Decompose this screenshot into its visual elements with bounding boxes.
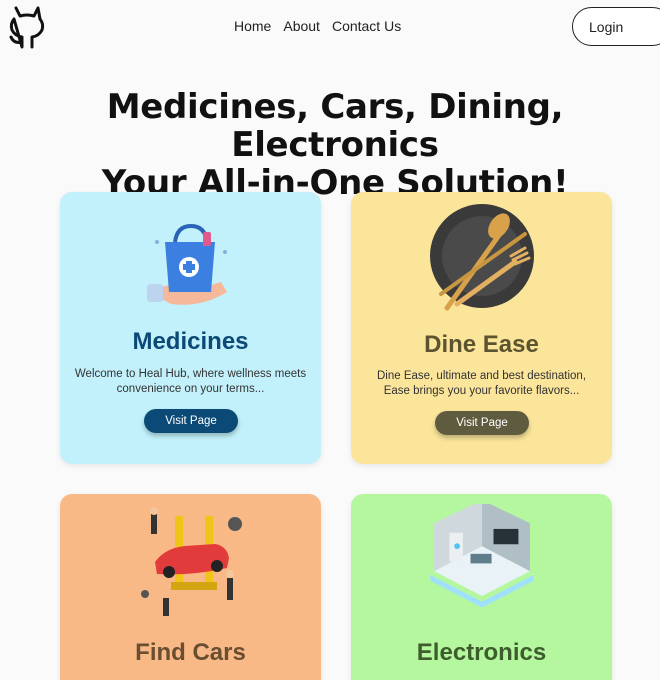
hero-heading: Medicines, Cars, Dining, Electronics You… [0,88,660,202]
card-dine-ease: Dine Ease Dine Ease, ultimate and best d… [351,192,612,464]
visit-page-button[interactable]: Visit Page [144,409,238,433]
plate-cutlery-icon [429,204,534,311]
hero-line-1: Medicines, Cars, Dining, Electronics [106,87,564,165]
car-garage-icon [140,507,242,616]
card-title: Medicines [132,328,249,355]
nav-contact-link[interactable]: Contact Us [332,18,401,34]
card-electronics: Electronics [351,494,612,680]
card-title: Dine Ease [424,331,539,358]
github-icon[interactable] [6,4,48,50]
main-nav: Home About Contact Us [234,18,401,34]
card-title: Find Cars [135,639,246,666]
card-medicines: Medicines Welcome to Heal Hub, where wel… [60,192,321,464]
card-description: Welcome to Heal Hub, where wellness meet… [74,368,307,395]
card-description: Dine Ease, ultimate and best destination… [376,370,587,397]
smart-room-icon [429,504,534,608]
medicine-bag-icon [146,223,227,305]
visit-page-button[interactable]: Visit Page [435,411,529,435]
nav-about-link[interactable]: About [283,18,320,34]
login-button[interactable]: Login [572,7,660,46]
card-title: Electronics [416,639,547,666]
nav-home-link[interactable]: Home [234,18,271,34]
card-find-cars: Find Cars [60,494,321,680]
